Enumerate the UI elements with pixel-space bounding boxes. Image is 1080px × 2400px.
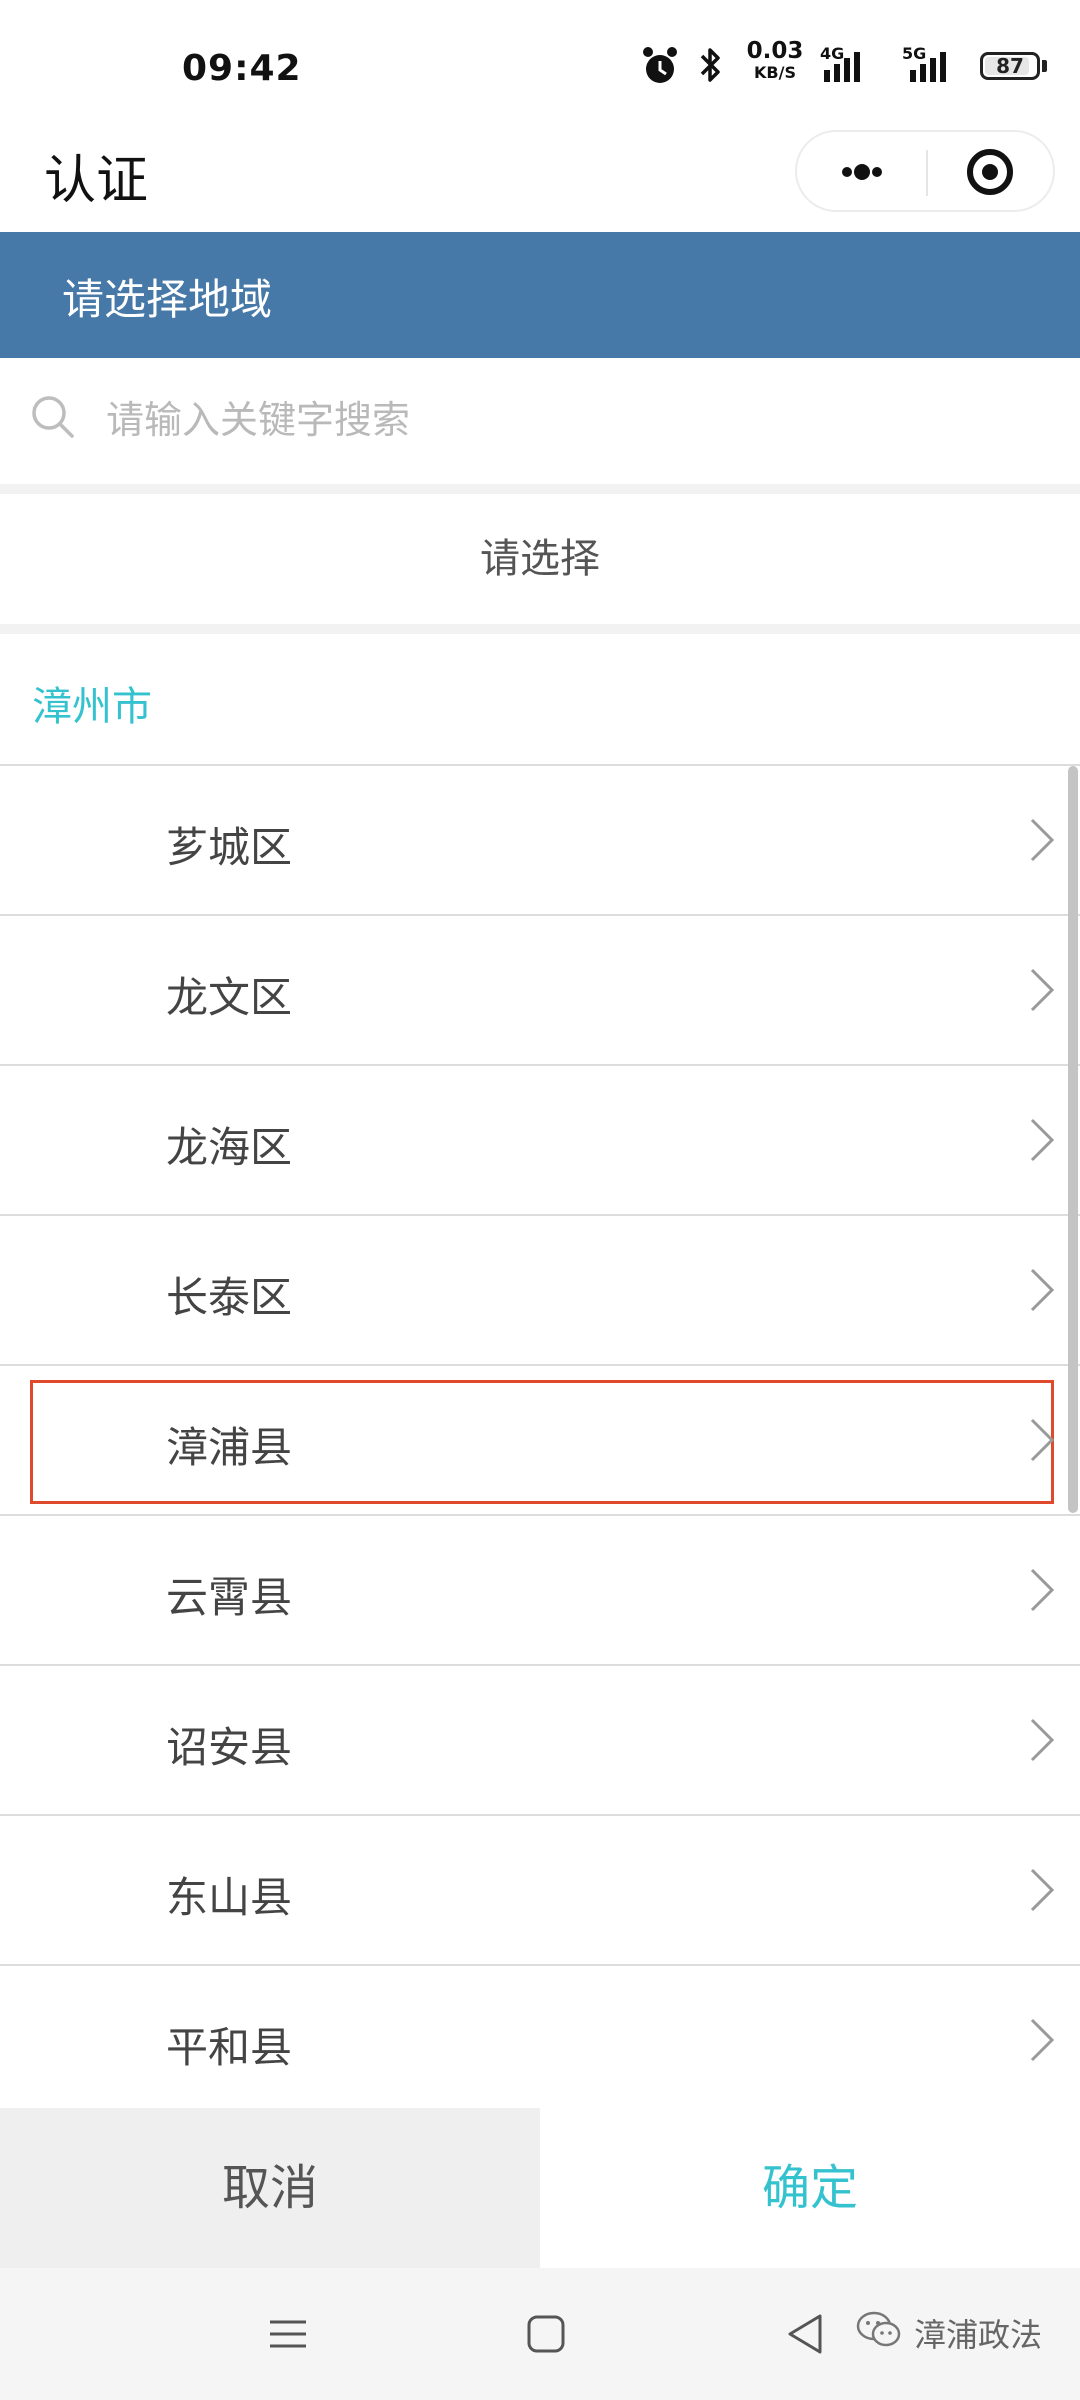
list-item[interactable]: 平和县 bbox=[0, 1966, 1080, 2108]
list-item[interactable]: 芗城区 bbox=[0, 766, 1080, 916]
battery-tip bbox=[1042, 60, 1047, 72]
battery-percent: 87 bbox=[996, 54, 1024, 78]
menu-icon[interactable] bbox=[258, 2304, 318, 2364]
list-item[interactable]: 云霄县 bbox=[0, 1516, 1080, 1666]
miniprogram-capsule bbox=[795, 130, 1055, 212]
wechat-icon bbox=[856, 2311, 901, 2347]
system-nav-bar: 漳浦政法 bbox=[0, 2268, 1080, 2400]
region-label: 云霄县 bbox=[166, 1573, 293, 1622]
capsule-divider bbox=[926, 150, 928, 196]
breadcrumb: 漳州市 bbox=[0, 634, 1080, 766]
signal-4g-icon: 4G bbox=[820, 44, 880, 88]
close-icon bbox=[967, 149, 1013, 195]
status-icons: 0.03 KB/S 4G 5G 87 bbox=[640, 40, 1080, 94]
chevron-right-icon bbox=[1030, 1718, 1055, 1762]
chevron-right-icon bbox=[1030, 2018, 1055, 2062]
selection-prompt: 请选择 bbox=[0, 494, 1080, 624]
region-picker-title: 请选择地域 bbox=[62, 275, 273, 324]
battery-icon: 87 bbox=[980, 52, 1040, 80]
region-label: 芗城区 bbox=[166, 823, 293, 872]
chevron-right-icon bbox=[1030, 1118, 1055, 1162]
list-item-highlighted[interactable]: 漳浦县 bbox=[0, 1366, 1080, 1516]
region-label: 龙海区 bbox=[166, 1123, 293, 1172]
chevron-right-icon bbox=[1030, 1568, 1055, 1612]
region-label: 长泰区 bbox=[166, 1273, 293, 1322]
status-bar: 09:42 0.03 KB/S 4G 5G 87 bbox=[0, 0, 1080, 130]
network-speed: 0.03 KB/S bbox=[740, 40, 810, 81]
home-icon[interactable] bbox=[516, 2304, 576, 2364]
list-item[interactable]: 龙海区 bbox=[0, 1066, 1080, 1216]
list-item[interactable]: 龙文区 bbox=[0, 916, 1080, 1066]
chevron-right-icon bbox=[1030, 968, 1055, 1012]
search-icon bbox=[32, 396, 74, 438]
search-bar bbox=[0, 358, 1080, 486]
network-speed-value: 0.03 bbox=[746, 38, 804, 64]
more-button[interactable] bbox=[819, 142, 905, 202]
list-item[interactable]: 诏安县 bbox=[0, 1666, 1080, 1816]
cancel-button[interactable]: 取消 bbox=[0, 2108, 540, 2268]
region-label: 东山县 bbox=[166, 1873, 293, 1922]
title-bar: 认证 bbox=[0, 130, 1080, 230]
chevron-right-icon bbox=[1030, 1418, 1055, 1462]
alarm-icon bbox=[643, 47, 677, 83]
status-time: 09:42 bbox=[182, 48, 302, 89]
network-speed-unit: KB/S bbox=[754, 63, 796, 82]
breadcrumb-city[interactable]: 漳州市 bbox=[32, 674, 152, 732]
page-title: 认证 bbox=[44, 151, 149, 211]
section-separator bbox=[0, 624, 1080, 634]
close-button[interactable] bbox=[947, 142, 1033, 202]
region-label: 平和县 bbox=[166, 2023, 293, 2072]
action-buttons: 取消 确定 bbox=[0, 2108, 1080, 2268]
region-picker-header: 请选择地域 bbox=[0, 232, 1080, 358]
bluetooth-icon bbox=[700, 48, 720, 82]
search-input[interactable] bbox=[104, 386, 1008, 454]
chevron-right-icon bbox=[1030, 818, 1055, 862]
list-item[interactable]: 东山县 bbox=[0, 1816, 1080, 1966]
chevron-right-icon bbox=[1030, 1868, 1055, 1912]
chevron-right-icon bbox=[1030, 1268, 1055, 1312]
section-separator bbox=[0, 484, 1080, 494]
region-label: 诏安县 bbox=[166, 1723, 293, 1772]
back-icon[interactable] bbox=[776, 2304, 836, 2364]
signal-5g-icon: 5G bbox=[900, 44, 964, 88]
region-list[interactable]: 芗城区 龙文区 龙海区 长泰区 漳浦县 云霄县 诏安县 东山县 平和县 bbox=[0, 766, 1080, 2108]
list-item[interactable]: 长泰区 bbox=[0, 1216, 1080, 1366]
confirm-button[interactable]: 确定 bbox=[540, 2108, 1080, 2268]
more-icon bbox=[842, 164, 882, 180]
region-label: 龙文区 bbox=[166, 973, 293, 1022]
watermark: 漳浦政法 bbox=[854, 2308, 1054, 2354]
scrollbar[interactable] bbox=[1068, 766, 1078, 1513]
region-label: 漳浦县 bbox=[166, 1423, 293, 1472]
watermark-text: 漳浦政法 bbox=[914, 2316, 1043, 2354]
